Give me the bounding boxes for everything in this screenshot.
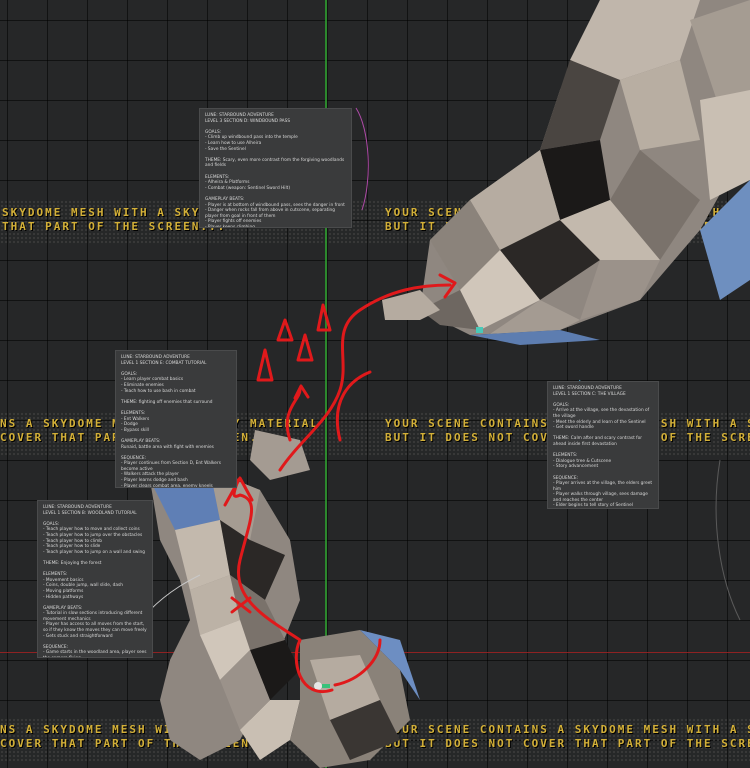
level-design-panel-village[interactable]: LUNE: STARBOUND ADVENTURE LEVEL 1 SECTIO… (547, 381, 659, 509)
panel-text: LUNE: STARBOUND ADVENTURE LEVEL 3 SECTIO… (205, 113, 345, 228)
panel-text: LUNE: STARBOUND ADVENTURE LEVEL 1 SECTIO… (43, 505, 147, 657)
editor-viewport[interactable]: SKYDOME MESH WITH A SKY MATERIAL THAT PA… (0, 0, 750, 768)
level-design-panel-combat[interactable]: LUNE: STARBOUND ADVENTURE LEVEL 1 SECTIO… (115, 350, 237, 488)
panel-text: LUNE: STARBOUND ADVENTURE LEVEL 1 SECTIO… (553, 386, 653, 509)
level-design-panel-woodland[interactable]: LUNE: STARBOUND ADVENTURE LEVEL 1 SECTIO… (37, 500, 153, 658)
panel-text: LUNE: STARBOUND ADVENTURE LEVEL 1 SECTIO… (121, 355, 221, 488)
level-design-panel-windbound[interactable]: LUNE: STARBOUND ADVENTURE LEVEL 3 SECTIO… (199, 108, 352, 228)
upper-rock-mesh[interactable] (382, 0, 750, 345)
